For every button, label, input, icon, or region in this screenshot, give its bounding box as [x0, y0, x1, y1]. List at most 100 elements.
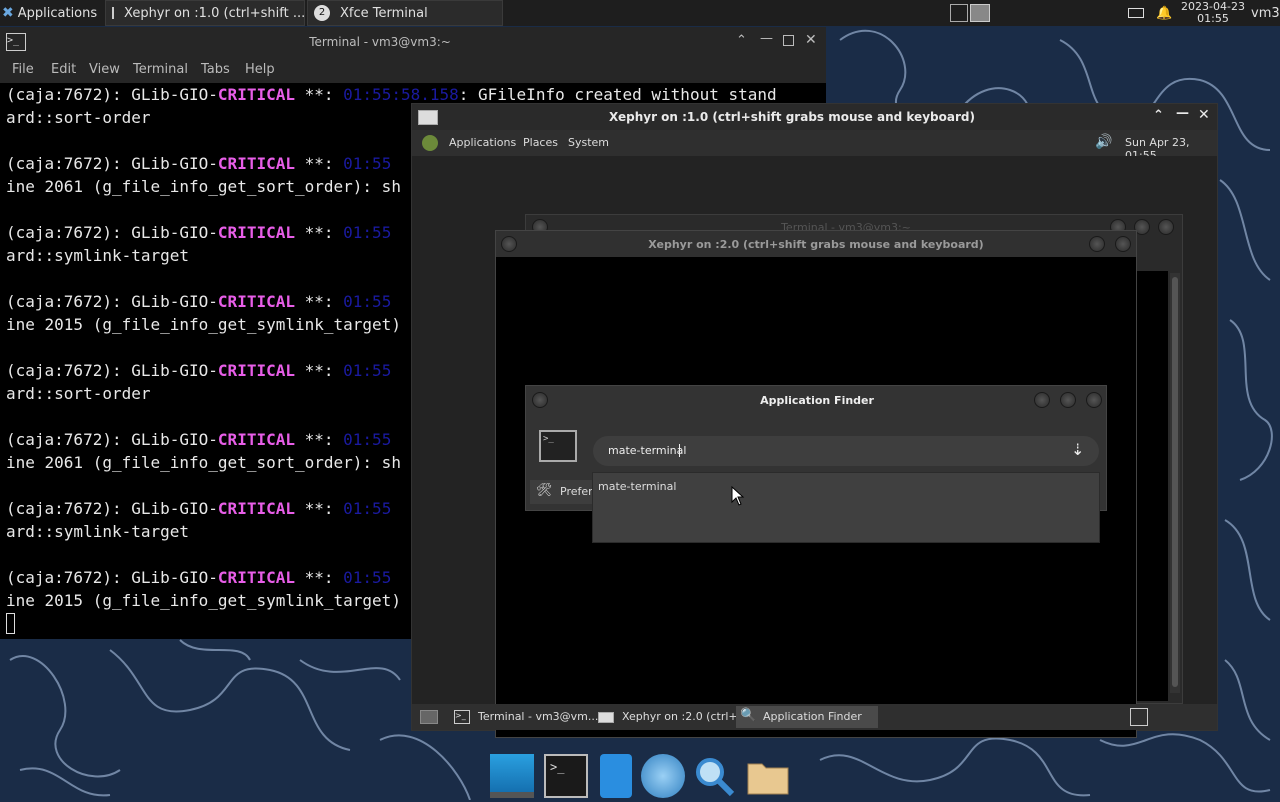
user-name: vm3: [1251, 5, 1280, 21]
menu-view[interactable]: View: [89, 62, 120, 77]
dock-folder-icon[interactable]: [746, 754, 790, 798]
terminal-line: ine 2061 (g_file_info_get_sort_order): s…: [6, 177, 401, 196]
terminal-line: (caja:7672): GLib-GIO-CRITICAL **: 01:55: [6, 568, 391, 587]
terminal-line: ard::symlink-target: [6, 246, 190, 265]
dock-files-icon[interactable]: [600, 754, 632, 798]
taskbar-item-label: Xephyr on :1.0 (ctrl+shift ...: [124, 5, 305, 21]
terminal-line-mid: **:: [294, 154, 344, 173]
terminal-line-dim: 01:55: [343, 361, 392, 380]
app-finder-title: Application Finder: [760, 394, 874, 407]
maximize-icon[interactable]: [783, 35, 794, 46]
mate-task-terminal[interactable]: >_ Terminal - vm3@vm...: [450, 706, 598, 728]
terminal-line-mid: **:: [294, 223, 344, 242]
applications-menu-button[interactable]: ✖ Applications ⁞: [2, 0, 102, 26]
terminal-line: ine 2015 (g_file_info_get_symlink_target…: [6, 591, 401, 610]
mate-task-xephyr2[interactable]: Xephyr on :2.0 (ctrl+...: [594, 706, 748, 728]
terminal-window-title: Terminal - vm3@vm3:~: [309, 35, 451, 49]
text-cursor: [679, 444, 680, 457]
terminal-line-pre: (caja:7672): GLib-GIO-: [6, 499, 218, 518]
workspace-1-icon[interactable]: [950, 4, 968, 22]
show-desktop-icon[interactable]: [420, 710, 438, 724]
app-finder-titlebar[interactable]: Application Finder: [526, 386, 1106, 414]
maximize-icon[interactable]: [1060, 392, 1076, 408]
close-icon[interactable]: [1158, 219, 1174, 235]
menu-tabs[interactable]: Tabs: [201, 62, 230, 77]
terminal-line-dim: 01:55: [343, 499, 392, 518]
dock-terminal-icon[interactable]: >_: [544, 754, 588, 798]
preferences-button[interactable]: 🛠 Prefere: [530, 480, 600, 504]
minimize-icon[interactable]: [1089, 236, 1105, 252]
minimize-icon[interactable]: —: [760, 31, 773, 46]
user-menu[interactable]: vm3: [1251, 0, 1280, 26]
menu-terminal[interactable]: Terminal: [133, 62, 188, 77]
battery-icon[interactable]: [1128, 0, 1148, 26]
volume-icon[interactable]: 🔊: [1095, 134, 1112, 150]
terminal-line-crit: CRITICAL: [217, 430, 295, 449]
terminal-icon: >_: [454, 710, 470, 724]
autocomplete-item[interactable]: mate-terminal: [598, 480, 676, 493]
workspace-switcher[interactable]: [950, 0, 990, 26]
terminal-cursor: [6, 613, 15, 634]
terminal-group-icon: 2: [314, 5, 330, 21]
terminal-line-dim: 01:55: [343, 568, 392, 587]
terminal-line-mid: **:: [294, 568, 344, 587]
search-input-value: mate-terminal: [608, 444, 687, 457]
window-shade-icon[interactable]: ⌃: [1153, 108, 1164, 123]
menu-edit[interactable]: Edit: [51, 62, 76, 77]
magnifier-icon: 🔍: [740, 708, 757, 723]
expand-arrow-icon[interactable]: ⇣: [1071, 440, 1084, 459]
mouse-cursor-icon: [731, 485, 745, 510]
taskbar-item-xfce-terminal[interactable]: 2 Xfce Terminal: [307, 0, 503, 26]
autocomplete-dropdown: mate-terminal: [592, 472, 1100, 543]
terminal-line: (caja:7672): GLib-GIO-CRITICAL **: 01:55: [6, 292, 391, 311]
notification-bell-icon[interactable]: 🔔: [1156, 0, 1172, 26]
terminal-line-pre: (caja:7672): GLib-GIO-: [6, 361, 218, 380]
terminal-line-mid: **:: [294, 85, 344, 104]
minimize-icon[interactable]: [1034, 392, 1050, 408]
show-desktop-icon[interactable]: [490, 754, 534, 798]
minimize-icon[interactable]: —: [1176, 106, 1189, 121]
workspace-2-icon[interactable]: [970, 4, 990, 22]
terminal-line: (caja:7672): GLib-GIO-CRITICAL **: 01:55: [6, 430, 391, 449]
terminal-line: ard::symlink-target: [6, 522, 190, 541]
mate-menu-places[interactable]: Places: [523, 136, 558, 149]
terminal-line-dim: 01:55: [343, 154, 392, 173]
terminal-line: (caja:7672): GLib-GIO-CRITICAL **: 01:55…: [6, 85, 777, 104]
close-icon[interactable]: ✕: [1198, 107, 1210, 123]
xephyr-2-titlebar[interactable]: Xephyr on :2.0 (ctrl+shift grabs mouse a…: [496, 231, 1136, 257]
clock[interactable]: 2023-04-23 01:55: [1178, 0, 1248, 26]
terminal-line: ine 2061 (g_file_info_get_sort_order): s…: [6, 453, 401, 472]
close-icon[interactable]: [1115, 236, 1131, 252]
terminal-line-mid: **:: [294, 292, 344, 311]
terminal-line-dim: 01:55: [343, 223, 392, 242]
mate-task-app-finder[interactable]: 🔍 Application Finder: [736, 706, 878, 728]
app-finder-search-input[interactable]: mate-terminal ⇣: [593, 436, 1099, 466]
applications-menu-label: Applications: [17, 5, 98, 21]
terminal-line: (caja:7672): GLib-GIO-CRITICAL **: 01:55: [6, 499, 391, 518]
close-icon[interactable]: ✕: [805, 32, 817, 48]
tools-icon: 🛠: [536, 483, 553, 498]
workspace-switcher-icon[interactable]: [1130, 708, 1148, 726]
mate-menu-system[interactable]: System: [568, 136, 609, 149]
inner-terminal-scrollbar[interactable]: [1170, 273, 1180, 693]
mate-menu-applications[interactable]: Applications: [449, 136, 516, 149]
menu-file[interactable]: File: [12, 62, 34, 77]
terminal-app-icon: >_: [539, 430, 577, 462]
terminal-line-crit: CRITICAL: [217, 223, 295, 242]
menu-help[interactable]: Help: [245, 62, 275, 77]
terminal-line-dim: 01:55:58.158: [343, 85, 459, 104]
taskbar-item-xephyr[interactable]: Xephyr on :1.0 (ctrl+shift ...: [105, 0, 305, 26]
close-icon[interactable]: [1086, 392, 1102, 408]
terminal-line-crit: CRITICAL: [217, 568, 295, 587]
dock-app-finder-icon[interactable]: [692, 754, 736, 798]
xfce-logo-icon: ✖: [2, 5, 14, 21]
window-shade-icon[interactable]: ⌃: [736, 33, 747, 48]
terminal-line-crit: CRITICAL: [217, 85, 295, 104]
dock-web-browser-icon[interactable]: [641, 754, 685, 798]
window-icon: [112, 7, 114, 19]
terminal-line-pre: (caja:7672): GLib-GIO-: [6, 85, 218, 104]
xephyr-2-title: Xephyr on :2.0 (ctrl+shift grabs mouse a…: [648, 238, 984, 251]
xephyr-1-titlebar[interactable]: Xephyr on :1.0 (ctrl+shift grabs mouse a…: [412, 104, 1217, 130]
terminal-line-mid: **:: [294, 430, 344, 449]
terminal-titlebar[interactable]: >_ Terminal - vm3@vm3:~ ⌃ — ✕: [0, 27, 826, 59]
